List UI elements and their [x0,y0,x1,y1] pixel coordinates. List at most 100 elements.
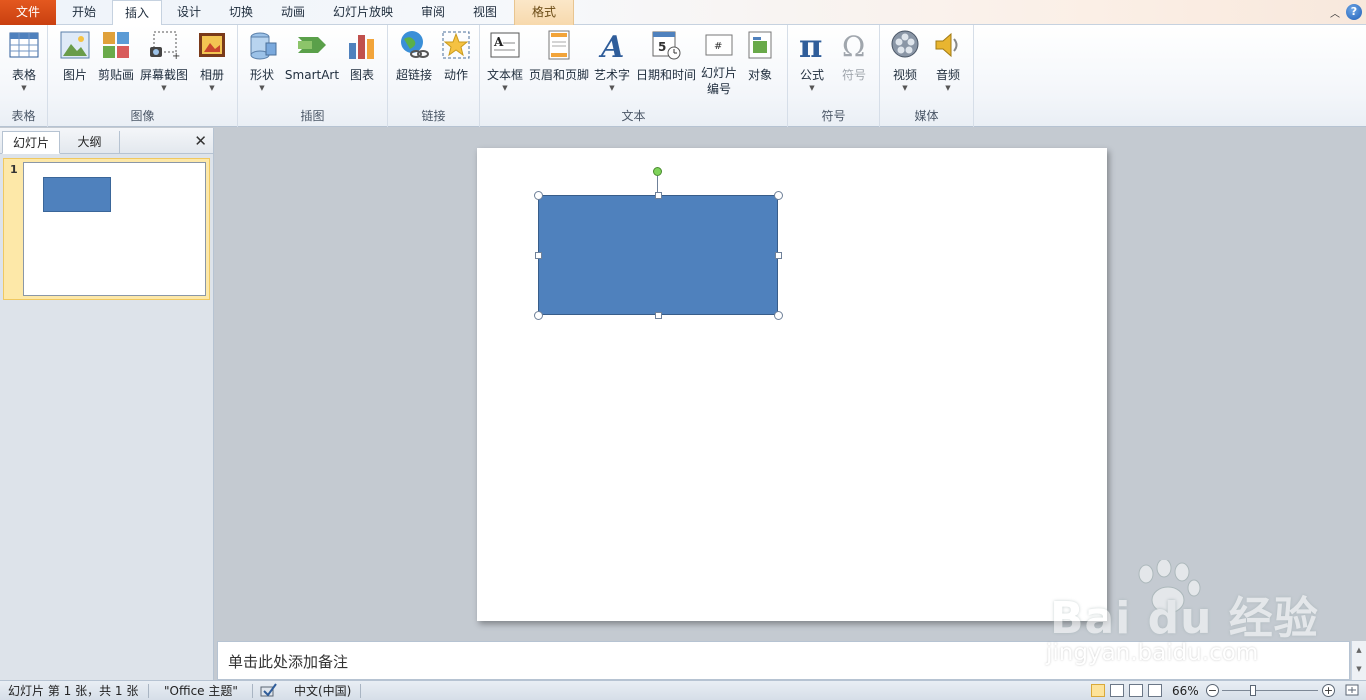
slideshow-view-icon[interactable] [1148,684,1162,697]
tab-home[interactable]: 开始 [58,0,110,25]
theme-status[interactable]: "Office 主题" [164,683,238,699]
slide-editing-area [215,128,1366,639]
tab-design[interactable]: 设计 [164,0,214,25]
group-label: 文本 [621,109,646,123]
smartart-icon [296,29,328,61]
normal-view-icon[interactable] [1091,684,1105,697]
svg-text:5: 5 [658,40,666,54]
slide-count-status: 幻灯片 第 1 张，共 1 张 [8,684,139,698]
slide-sorter-view-icon[interactable] [1110,684,1124,697]
header-footer-button[interactable]: 页眉和页脚 [528,29,590,83]
resize-handle-bottom-right[interactable] [774,311,783,320]
resize-handle-top-left[interactable] [534,191,543,200]
ribbon-tab-bar: 文件 开始 插入 设计 切换 动画 幻灯片放映 审阅 视图 格式 ︿ ? [0,0,1366,26]
resize-handle-top[interactable] [655,192,662,199]
chart-button[interactable]: 图表 [344,29,380,83]
slides-panel: 幻灯片 大纲 ✕ 1 [0,128,214,680]
action-star-icon [440,29,472,61]
thumbnail-rectangle-shape [43,177,111,212]
scroll-up-icon[interactable]: ▲ [1352,641,1366,660]
textbox-icon: A [489,29,521,61]
language-status[interactable]: 中文(中国) [294,683,351,699]
rectangle-shape-selected[interactable] [538,195,778,315]
svg-text:Ω: Ω [842,30,865,61]
spell-check-icon[interactable] [260,682,278,700]
resize-handle-bottom[interactable] [655,312,662,319]
action-button[interactable]: 动作 [438,29,474,83]
smartart-button[interactable]: SmartArt [284,29,340,83]
chevron-down-icon: ▼ [259,84,265,92]
zoom-in-button[interactable]: + [1322,684,1335,697]
zoom-level[interactable]: 66% [1172,683,1199,699]
svg-text:π: π [799,29,822,61]
tab-insert[interactable]: 插入 [112,0,162,26]
group-illustration: 形状 ▼ SmartArt 图表 插图 [238,25,388,127]
zoom-slider-thumb[interactable] [1250,685,1256,696]
group-label: 表格 [11,109,36,123]
status-bar: 幻灯片 第 1 张，共 1 张 "Office 主题" 中文(中国) 66% −… [0,680,1366,700]
screenshot-icon: + [148,29,180,62]
notes-scrollbar[interactable]: ▲ ▼ [1351,641,1366,680]
scroll-down-icon[interactable]: ▼ [1352,660,1366,679]
video-button[interactable]: 视频 ▼ [886,29,924,93]
object-icon [744,29,776,61]
textbox-button[interactable]: A 文本框 ▼ [484,29,526,93]
slide-number-icon: # [703,29,735,61]
picture-button[interactable]: 图片 [56,29,94,83]
fit-slide-icon[interactable] [1344,682,1360,700]
help-icon[interactable]: ? [1346,4,1362,20]
screenshot-button[interactable]: + 屏幕截图 ▼ [138,29,190,93]
zoom-slider-track[interactable] [1222,690,1318,691]
tab-outline[interactable]: 大纲 [60,131,120,154]
resize-handle-bottom-left[interactable] [534,311,543,320]
resize-handle-right[interactable] [775,252,782,259]
wordart-button[interactable]: A 艺术字 ▼ [592,29,632,93]
slide-thumbnail[interactable] [23,162,206,296]
header-footer-icon [543,29,575,61]
tab-file[interactable]: 文件 [0,0,56,25]
group-symbols: π 公式 ▼ Ω 符号 符号 [788,25,880,127]
tab-view[interactable]: 视图 [460,0,510,25]
slide-number-button[interactable]: # 幻灯片 编号 [700,29,738,97]
album-button[interactable]: 相册 ▼ [194,29,230,93]
resize-handle-top-right[interactable] [774,191,783,200]
clipart-button[interactable]: 剪贴画 [96,29,136,83]
chevron-down-icon: ▼ [809,84,815,92]
slide-canvas[interactable] [477,148,1107,621]
resize-handle-left[interactable] [535,252,542,259]
tab-animations[interactable]: 动画 [268,0,318,25]
speaker-icon [932,29,964,61]
tab-slides[interactable]: 幻灯片 [2,131,60,154]
divider [360,684,361,698]
equation-button[interactable]: π 公式 ▼ [794,27,830,93]
film-reel-icon [889,29,921,61]
symbol-button[interactable]: Ω 符号 [836,29,872,83]
svg-text:A: A [598,30,624,61]
group-label: 插图 [300,109,325,123]
audio-button[interactable]: 音频 ▼ [930,29,966,93]
close-icon[interactable]: ✕ [194,132,207,150]
shapes-icon [246,29,278,61]
slide-thumbnail-selected[interactable]: 1 [3,158,210,300]
shapes-button[interactable]: 形状 ▼ [244,29,280,93]
ribbon-minimize-icon[interactable]: ︿ [1330,5,1340,20]
zoom-out-button[interactable]: − [1206,684,1219,697]
reading-view-icon[interactable] [1129,684,1143,697]
tab-format[interactable]: 格式 [514,0,574,25]
notes-pane[interactable]: 单击此处添加备注 [217,641,1350,680]
object-button[interactable]: 对象 [742,29,778,83]
tab-slideshow[interactable]: 幻灯片放映 [320,0,406,25]
photo-album-icon [196,29,228,61]
group-image: 图片 剪贴画 + 屏幕截图 ▼ 相册 ▼ 图像 [48,25,238,127]
tab-review[interactable]: 审阅 [408,0,458,25]
picture-icon [59,29,91,61]
datetime-button[interactable]: 5 日期和时间 [634,29,698,83]
rotation-handle[interactable] [653,167,662,176]
panel-tabs: 幻灯片 大纲 ✕ [0,128,213,154]
table-button[interactable]: 表格 ▼ [6,29,42,93]
chevron-down-icon: ▼ [209,84,215,92]
chevron-down-icon: ▼ [502,84,508,92]
tab-transitions[interactable]: 切换 [216,0,266,25]
group-label: 媒体 [914,109,939,123]
hyperlink-button[interactable]: 超链接 [392,29,436,83]
